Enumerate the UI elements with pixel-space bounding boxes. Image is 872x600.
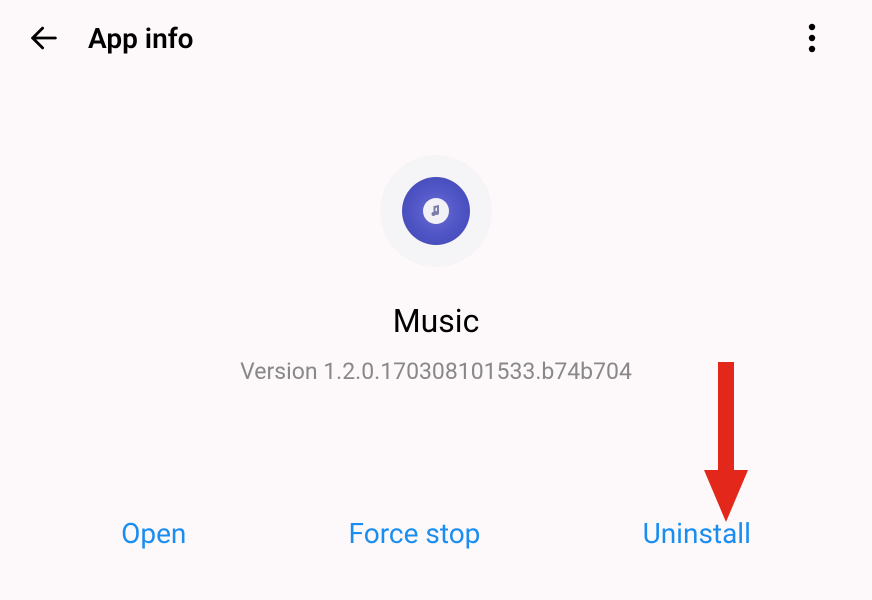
app-version: Version 1.2.0.170308101533.b74b704 bbox=[240, 358, 632, 385]
more-options-button[interactable] bbox=[792, 18, 832, 58]
music-note-icon bbox=[430, 204, 442, 218]
uninstall-button[interactable]: Uninstall bbox=[627, 509, 767, 558]
app-info-content: Music Version 1.2.0.170308101533.b74b704 bbox=[0, 156, 872, 385]
app-icon-container bbox=[381, 156, 491, 266]
music-disc-icon bbox=[402, 177, 470, 245]
back-arrow-icon bbox=[27, 21, 61, 55]
more-vertical-icon bbox=[808, 23, 816, 53]
force-stop-button[interactable]: Force stop bbox=[333, 509, 497, 558]
disc-center bbox=[423, 198, 449, 224]
app-name: Music bbox=[393, 302, 480, 340]
back-button[interactable] bbox=[24, 18, 64, 58]
action-row: Open Force stop Uninstall bbox=[0, 509, 872, 558]
header-bar: App info bbox=[0, 0, 872, 76]
open-button[interactable]: Open bbox=[105, 509, 202, 558]
page-title: App info bbox=[88, 22, 194, 55]
